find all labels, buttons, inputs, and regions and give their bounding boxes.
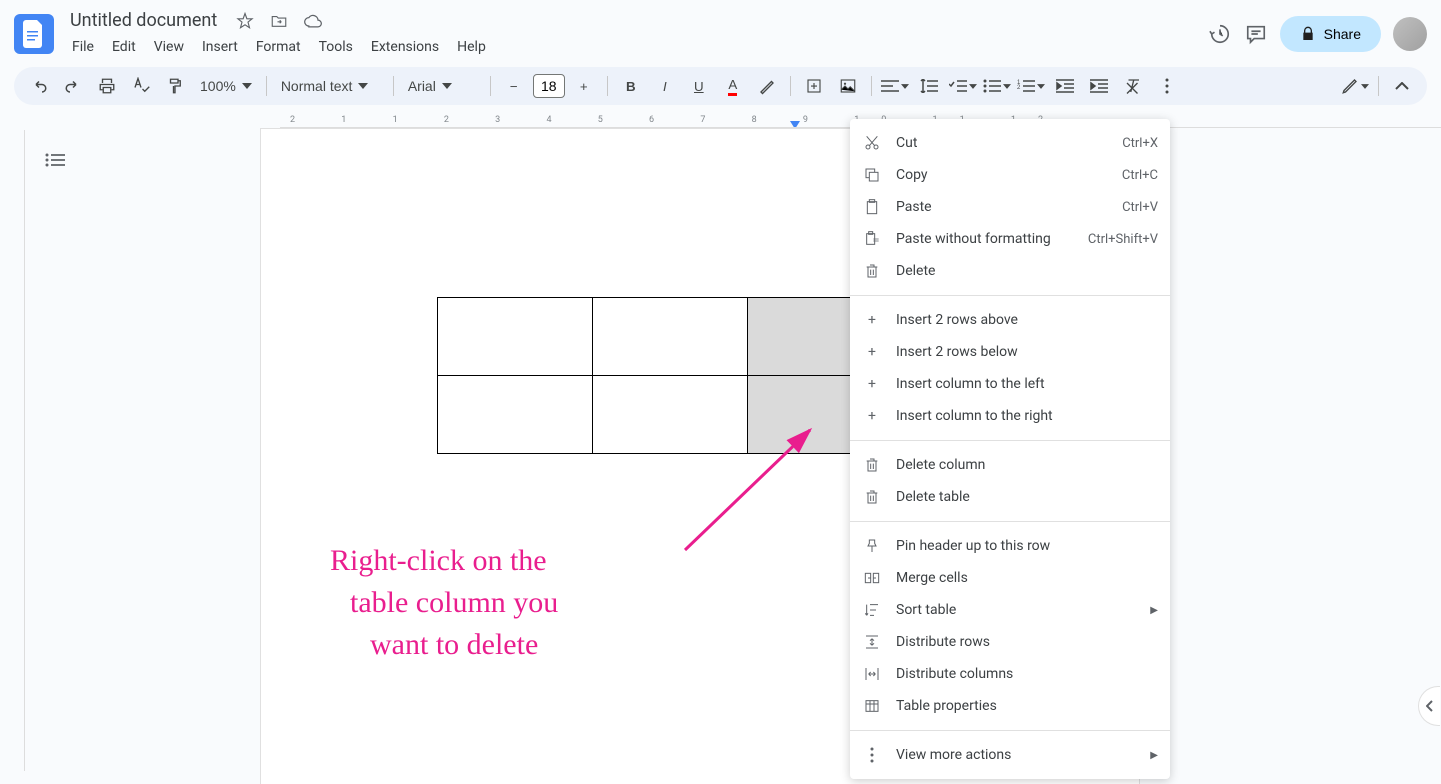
- menu-edit[interactable]: Edit: [104, 35, 144, 59]
- plus-icon: +: [862, 310, 882, 330]
- ctx-merge-cells[interactable]: Merge cells: [850, 562, 1170, 594]
- ctx-distribute-rows[interactable]: Distribute rows: [850, 626, 1170, 658]
- ctx-insert-rows-below[interactable]: +Insert 2 rows below: [850, 336, 1170, 368]
- annotation-text: Right-click on the table column you want…: [330, 540, 558, 666]
- bullet-list-button[interactable]: [982, 71, 1012, 101]
- chevron-right-icon: ▶: [1150, 605, 1158, 616]
- ctx-distribute-cols[interactable]: Distribute columns: [850, 658, 1170, 690]
- text-color-button[interactable]: A: [718, 71, 748, 101]
- header-bar: Untitled document File Edit View Insert …: [0, 0, 1441, 59]
- font-increase-button[interactable]: +: [569, 71, 599, 101]
- align-button[interactable]: [880, 71, 910, 101]
- paint-format-button[interactable]: [160, 71, 190, 101]
- decrease-indent-button[interactable]: [1050, 71, 1080, 101]
- table-cell[interactable]: [593, 298, 748, 376]
- font-decrease-button[interactable]: −: [499, 71, 529, 101]
- ctx-delete[interactable]: Delete: [850, 255, 1170, 287]
- trash-icon: [862, 261, 882, 281]
- title-area: Untitled document File Edit View Insert …: [64, 8, 1208, 59]
- menu-view[interactable]: View: [146, 35, 192, 59]
- docs-logo[interactable]: [14, 14, 54, 54]
- undo-button[interactable]: [24, 71, 54, 101]
- bold-button[interactable]: B: [616, 71, 646, 101]
- ctx-sort-table[interactable]: Sort table▶: [850, 594, 1170, 626]
- history-icon[interactable]: [1208, 22, 1232, 46]
- ctx-copy[interactable]: CopyCtrl+C: [850, 159, 1170, 191]
- annotation-arrow: [680, 425, 840, 555]
- edit-mode-button[interactable]: [1340, 71, 1370, 101]
- toolbar: 100% Normal text Arial − + B I U A 12: [14, 67, 1427, 105]
- distribute-cols-icon: [862, 664, 882, 684]
- clear-format-button[interactable]: [1118, 71, 1148, 101]
- more-button[interactable]: [1152, 71, 1182, 101]
- plus-icon: +: [862, 406, 882, 426]
- lock-icon: [1300, 26, 1316, 42]
- document-title[interactable]: Untitled document: [64, 8, 223, 33]
- menu-bar: File Edit View Insert Format Tools Exten…: [64, 35, 1208, 59]
- insert-image-button[interactable]: [833, 71, 863, 101]
- star-icon[interactable]: [233, 9, 257, 33]
- ctx-view-more[interactable]: View more actions▶: [850, 739, 1170, 771]
- ctx-insert-col-left[interactable]: +Insert column to the left: [850, 368, 1170, 400]
- sort-icon: [862, 600, 882, 620]
- menu-insert[interactable]: Insert: [194, 35, 246, 59]
- menu-file[interactable]: File: [64, 35, 102, 59]
- style-select[interactable]: Normal text: [275, 74, 385, 98]
- avatar[interactable]: [1393, 17, 1427, 51]
- underline-button[interactable]: U: [684, 71, 714, 101]
- trash-icon: [862, 455, 882, 475]
- redo-button[interactable]: [58, 71, 88, 101]
- menu-format[interactable]: Format: [248, 35, 309, 59]
- italic-button[interactable]: I: [650, 71, 680, 101]
- ctx-cut[interactable]: CutCtrl+X: [850, 127, 1170, 159]
- ctx-table-properties[interactable]: Table properties: [850, 690, 1170, 722]
- collapse-button[interactable]: [1387, 71, 1417, 101]
- menu-help[interactable]: Help: [449, 35, 494, 59]
- more-icon: [862, 745, 882, 765]
- ctx-pin-header[interactable]: Pin header up to this row: [850, 530, 1170, 562]
- font-select[interactable]: Arial: [402, 74, 482, 98]
- menu-extensions[interactable]: Extensions: [363, 35, 447, 59]
- chevron-right-icon: ▶: [1150, 750, 1158, 761]
- copy-icon: [862, 165, 882, 185]
- table-cell[interactable]: [438, 376, 593, 454]
- pin-icon: [862, 536, 882, 556]
- merge-icon: [862, 568, 882, 588]
- svg-text:2: 2: [1017, 85, 1021, 91]
- plus-icon: +: [862, 374, 882, 394]
- line-spacing-button[interactable]: [914, 71, 944, 101]
- ctx-insert-col-right[interactable]: +Insert column to the right: [850, 400, 1170, 432]
- insert-link-button[interactable]: [799, 71, 829, 101]
- move-icon[interactable]: [267, 9, 291, 33]
- ctx-delete-table[interactable]: Delete table: [850, 481, 1170, 513]
- share-label: Share: [1324, 26, 1361, 42]
- trash-icon: [862, 487, 882, 507]
- ctx-paste[interactable]: PasteCtrl+V: [850, 191, 1170, 223]
- share-button[interactable]: Share: [1280, 16, 1381, 52]
- cloud-status-icon[interactable]: [301, 9, 325, 33]
- plus-icon: +: [862, 342, 882, 362]
- print-button[interactable]: [92, 71, 122, 101]
- table-row: [438, 298, 903, 376]
- context-menu: CutCtrl+X CopyCtrl+C PasteCtrl+V Paste w…: [850, 119, 1170, 779]
- ctx-paste-no-format[interactable]: Paste without formattingCtrl+Shift+V: [850, 223, 1170, 255]
- spellcheck-button[interactable]: [126, 71, 156, 101]
- numbered-list-button[interactable]: 12: [1016, 71, 1046, 101]
- menu-tools[interactable]: Tools: [311, 35, 361, 59]
- cut-icon: [862, 133, 882, 153]
- table-icon: [862, 696, 882, 716]
- ctx-insert-rows-above[interactable]: +Insert 2 rows above: [850, 304, 1170, 336]
- table-cell[interactable]: [438, 298, 593, 376]
- increase-indent-button[interactable]: [1084, 71, 1114, 101]
- paste-plain-icon: [862, 229, 882, 249]
- distribute-rows-icon: [862, 632, 882, 652]
- highlight-button[interactable]: [752, 71, 782, 101]
- comment-icon[interactable]: [1244, 22, 1268, 46]
- ctx-delete-column[interactable]: Delete column: [850, 449, 1170, 481]
- font-size-input[interactable]: [533, 74, 565, 98]
- paste-icon: [862, 197, 882, 217]
- zoom-select[interactable]: 100%: [194, 74, 258, 98]
- checklist-button[interactable]: [948, 71, 978, 101]
